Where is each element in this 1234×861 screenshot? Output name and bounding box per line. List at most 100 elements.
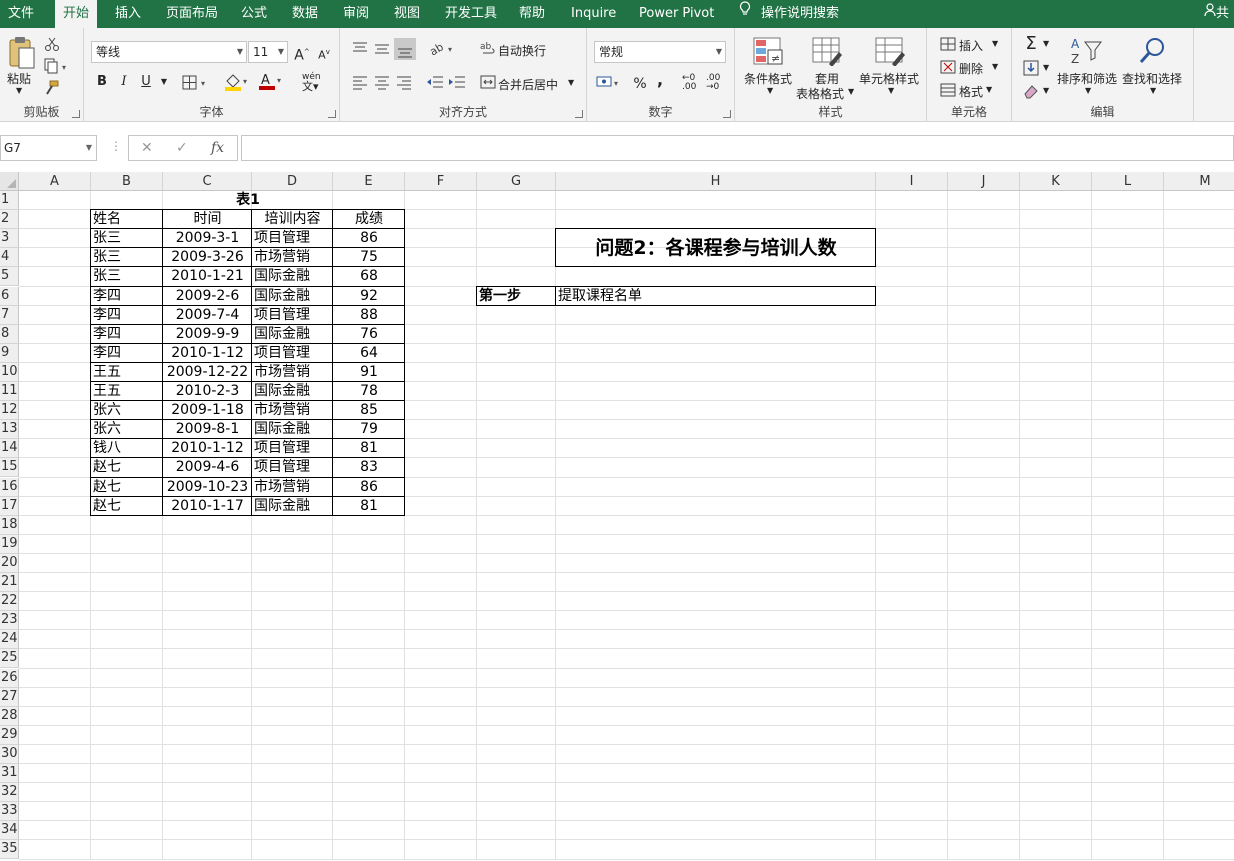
cell-styles-button[interactable]: 单元格样式: [859, 70, 919, 87]
cut-icon[interactable]: [44, 36, 60, 55]
share-button[interactable]: 共: [1204, 0, 1234, 28]
orientation-icon[interactable]: ab ▾: [427, 40, 458, 59]
row-header-28[interactable]: 28: [0, 706, 19, 726]
table-cell[interactable]: 2010-2-3: [165, 382, 250, 401]
row-header-24[interactable]: 24: [0, 630, 19, 650]
row-header-22[interactable]: 22: [0, 592, 19, 612]
font-launcher-icon[interactable]: [328, 110, 336, 118]
row-header-15[interactable]: 15: [0, 458, 19, 478]
cell-styles-dropdown-icon[interactable]: ▼: [888, 86, 894, 95]
table-cell[interactable]: 项目管理: [254, 229, 331, 248]
table-cell[interactable]: 张六: [93, 420, 161, 439]
table-cell[interactable]: 2009-10-23: [165, 478, 250, 497]
column-header-G[interactable]: G: [477, 172, 556, 191]
row-header-30[interactable]: 30: [0, 744, 19, 764]
sort-filter-icon[interactable]: AZ: [1069, 36, 1103, 71]
column-header-C[interactable]: C: [163, 172, 252, 191]
column-header-I[interactable]: I: [876, 172, 948, 191]
row-header-5[interactable]: 5: [0, 267, 19, 287]
comma-style-button[interactable]: ,: [650, 70, 670, 90]
row-header-31[interactable]: 31: [0, 764, 19, 784]
column-header-H[interactable]: H: [556, 172, 876, 191]
question-title[interactable]: 问题2：各课程参与培训人数: [556, 229, 876, 267]
table-cell[interactable]: 2009-2-6: [165, 287, 250, 306]
table-cell[interactable]: 64: [335, 344, 403, 363]
table-cell[interactable]: 赵七: [93, 458, 161, 477]
column-header-F[interactable]: F: [405, 172, 477, 191]
table-cell[interactable]: 2010-1-17: [165, 497, 250, 516]
table-cell[interactable]: 81: [335, 497, 403, 516]
column-header-A[interactable]: A: [19, 172, 91, 191]
bold-button[interactable]: B: [92, 72, 112, 92]
table-cell[interactable]: 国际金融: [254, 325, 331, 344]
table-cell[interactable]: 张三: [93, 229, 161, 248]
row-header-6[interactable]: 6: [0, 286, 19, 306]
table-cell[interactable]: 市场营销: [254, 478, 331, 497]
table-cell[interactable]: 76: [335, 325, 403, 344]
table-cell[interactable]: 王五: [93, 382, 161, 401]
table-cell[interactable]: 张三: [93, 267, 161, 286]
formula-input[interactable]: [241, 135, 1234, 161]
worksheet-grid[interactable]: ABCDEFGHIJKLM 1 2 3 4 5 6 7 8 9 10 11 12 13 14 15 16 17 1…: [0, 172, 1234, 861]
clipboard-launcher-icon[interactable]: [72, 110, 80, 118]
conditional-formatting-icon[interactable]: ≠: [752, 36, 784, 69]
paste-label[interactable]: 粘贴: [7, 70, 31, 87]
row-header-2[interactable]: 2: [0, 210, 19, 230]
table-cell[interactable]: 88: [335, 306, 403, 325]
sort-filter-button[interactable]: 排序和筛选: [1057, 70, 1117, 87]
table-cell[interactable]: 85: [335, 401, 403, 420]
row-header-20[interactable]: 20: [0, 553, 19, 573]
align-left-icon[interactable]: [352, 74, 368, 93]
row-header-16[interactable]: 16: [0, 477, 19, 497]
table-cell[interactable]: 2009-12-22: [165, 363, 250, 382]
table-cell[interactable]: 赵七: [93, 497, 161, 516]
tab-view[interactable]: 视图: [394, 0, 420, 28]
table-cell[interactable]: 张三: [93, 248, 161, 267]
row-header-33[interactable]: 33: [0, 802, 19, 822]
table-cell[interactable]: 79: [335, 420, 403, 439]
align-middle-icon[interactable]: [374, 40, 390, 59]
conditional-formatting-dropdown-icon[interactable]: ▼: [767, 86, 773, 95]
row-header-23[interactable]: 23: [0, 611, 19, 631]
table-cell[interactable]: 75: [335, 248, 403, 267]
table-cell[interactable]: 市场营销: [254, 248, 331, 267]
percent-style-button[interactable]: %: [630, 74, 650, 94]
format-painter-icon[interactable]: [44, 80, 60, 99]
table-cell[interactable]: 市场营销: [254, 401, 331, 420]
copy-icon[interactable]: ▾: [44, 58, 70, 77]
table-cell[interactable]: 2009-3-1: [165, 229, 250, 248]
tab-review[interactable]: 审阅: [343, 0, 369, 28]
shrink-font-button[interactable]: Av: [314, 42, 334, 62]
table-cell[interactable]: 2009-4-6: [165, 458, 250, 477]
table-cell[interactable]: 项目管理: [254, 306, 331, 325]
accounting-format-icon[interactable]: ▾: [596, 74, 624, 95]
table-cell[interactable]: 张六: [93, 401, 161, 420]
underline-button[interactable]: U: [136, 72, 156, 92]
table-cell[interactable]: 李四: [93, 344, 161, 363]
row-header-19[interactable]: 19: [0, 534, 19, 554]
column-header-L[interactable]: L: [1092, 172, 1164, 191]
insert-cells-button[interactable]: 插入: [959, 37, 983, 54]
find-select-icon[interactable]: [1138, 36, 1168, 69]
alignment-launcher-icon[interactable]: [575, 110, 583, 118]
row-header-3[interactable]: 3: [0, 229, 19, 249]
tab-page-layout[interactable]: 页面布局: [166, 0, 218, 28]
row-header-27[interactable]: 27: [0, 687, 19, 707]
tab-data[interactable]: 数据: [292, 0, 318, 28]
font-size-combo[interactable]: 11 ▼: [248, 41, 288, 63]
tab-insert[interactable]: 插入: [115, 0, 141, 28]
delete-dropdown-icon[interactable]: ▼: [992, 62, 998, 71]
tab-home[interactable]: 开始: [55, 0, 98, 28]
decrease-indent-icon[interactable]: [426, 74, 444, 93]
row-header-11[interactable]: 11: [0, 382, 19, 402]
table-cell[interactable]: 李四: [93, 325, 161, 344]
table-cell[interactable]: 78: [335, 382, 403, 401]
decrease-decimal-button[interactable]: .00 →0: [706, 74, 720, 92]
row-header-21[interactable]: 21: [0, 573, 19, 593]
paste-icon[interactable]: [8, 36, 36, 73]
autosum-dropdown-icon[interactable]: ▼: [1043, 39, 1049, 48]
tab-inquire[interactable]: Inquire: [571, 0, 616, 28]
row-header-18[interactable]: 18: [0, 515, 19, 535]
align-center-icon[interactable]: [374, 74, 390, 93]
insert-function-icon[interactable]: fx: [211, 140, 224, 156]
